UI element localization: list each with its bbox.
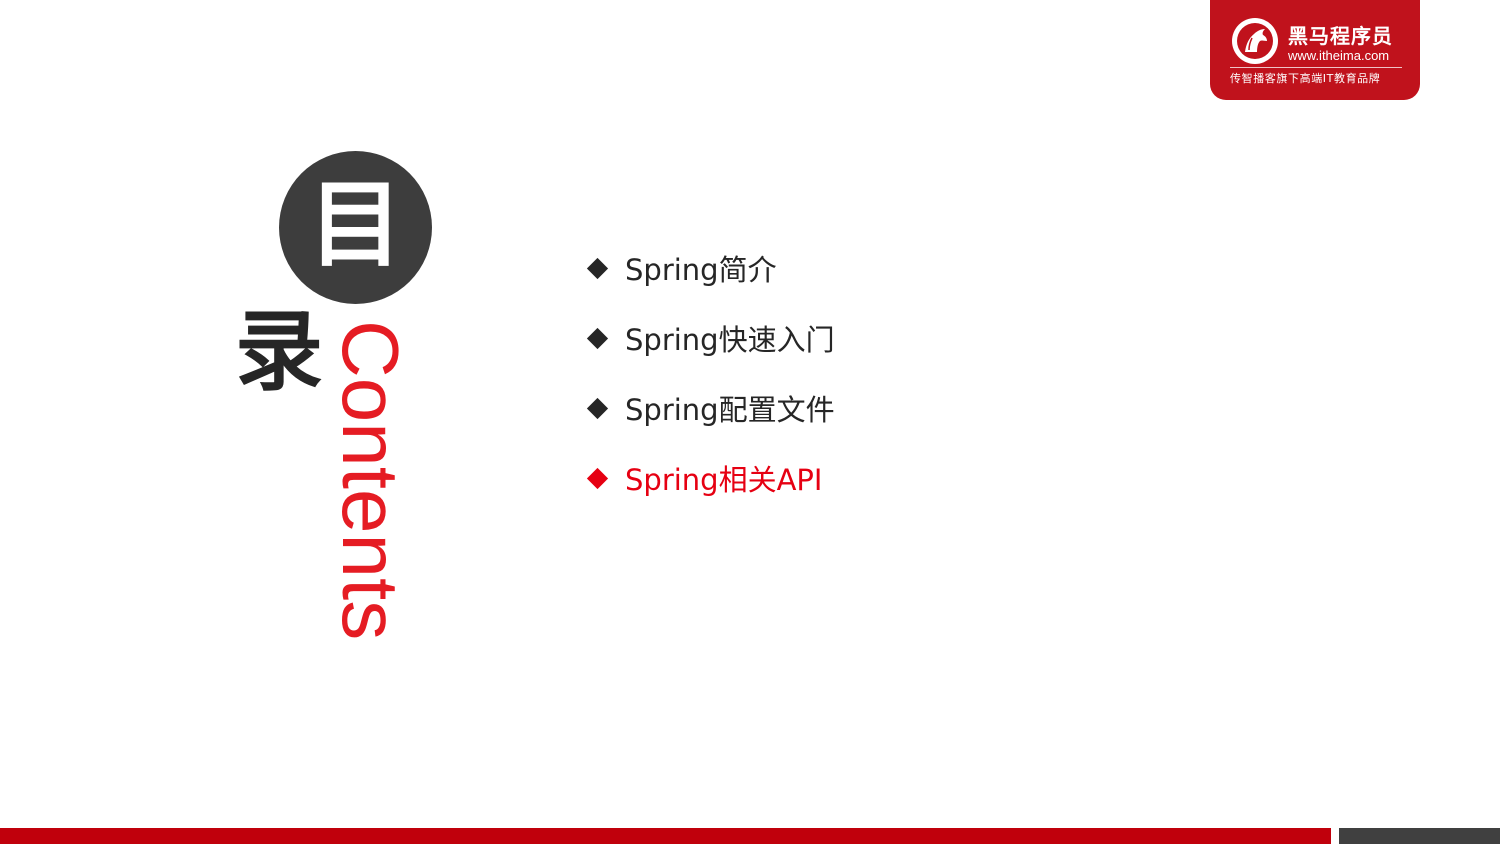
horse-head-icon xyxy=(1232,18,1278,64)
title-char-lu: 录 xyxy=(234,300,323,403)
brand-slogan: 传智播客旗下高端IT教育品牌 xyxy=(1230,72,1381,85)
menu-item-label: Spring配置文件 xyxy=(625,393,835,427)
menu-item-spring-config[interactable]: Spring配置文件 xyxy=(586,388,835,428)
menu-item-label: Spring简介 xyxy=(625,253,777,287)
menu-item-spring-quickstart[interactable]: Spring快速入门 xyxy=(586,318,835,358)
brand-url: www.itheima.com xyxy=(1288,48,1390,63)
menu-item-spring-api[interactable]: Spring相关API xyxy=(586,458,835,498)
menu-item-label: Spring快速入门 xyxy=(625,323,835,357)
footer-bar xyxy=(0,828,1331,844)
brand-divider xyxy=(1230,67,1402,68)
menu-item-label: Spring相关API xyxy=(625,463,823,497)
contents-title-vertical: Contents xyxy=(326,320,415,641)
contents-menu: Spring简介 Spring快速入门 Spring配置文件 Spring相关A… xyxy=(586,248,835,528)
slide: 黑马程序员 www.itheima.com 传智播客旗下高端IT教育品牌 目 录… xyxy=(0,0,1500,844)
footer-accent-bar xyxy=(1339,828,1500,844)
brand-badge: 黑马程序员 www.itheima.com 传智播客旗下高端IT教育品牌 xyxy=(1210,0,1420,100)
diamond-bullet-icon xyxy=(586,327,609,349)
brand-name: 黑马程序员 xyxy=(1288,24,1393,48)
diamond-bullet-icon xyxy=(586,257,609,279)
menu-item-spring-intro[interactable]: Spring简介 xyxy=(586,248,835,288)
diamond-bullet-icon xyxy=(586,397,609,419)
title-char-mu: 目 xyxy=(308,171,403,280)
diamond-bullet-icon xyxy=(586,467,609,489)
